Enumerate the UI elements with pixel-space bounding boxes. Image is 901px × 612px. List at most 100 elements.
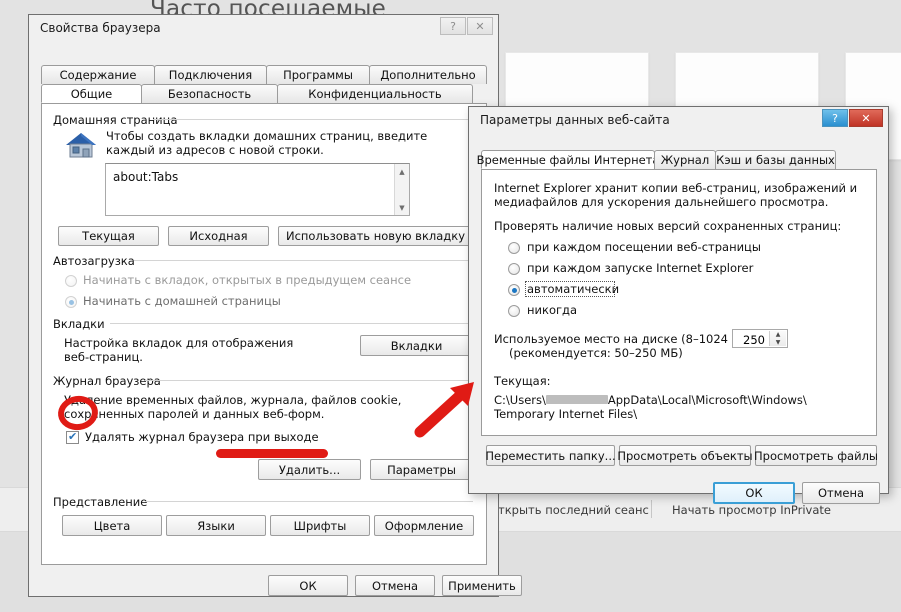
background-link-inprivate[interactable]: Начать просмотр InPrivate	[672, 503, 831, 517]
colors-button[interactable]: Цвета	[62, 515, 162, 536]
disk-space-stepper[interactable]: 250 ▲ ▼	[732, 329, 788, 348]
current-folder-path-line2: Temporary Internet Files\	[494, 407, 638, 421]
stepper-up-icon[interactable]: ▲	[770, 331, 786, 339]
group-rule	[110, 323, 473, 324]
btn-label: Просмотреть файлы	[754, 448, 879, 463]
btn-label: Шрифты	[293, 518, 347, 533]
tab-general[interactable]: Общие	[41, 84, 142, 103]
disk-space-value: 250	[743, 333, 765, 347]
view-objects-button[interactable]: Просмотреть объекты	[617, 445, 753, 466]
home-page-newtab-button[interactable]: Использовать новую вкладку	[278, 226, 473, 246]
radio-never[interactable]	[508, 305, 520, 317]
btn-label: Текущая	[82, 229, 135, 243]
btn-label: Переместить папку...	[485, 448, 616, 463]
tab-caches-and-databases[interactable]: Кэш и базы данных	[715, 150, 836, 169]
cancel-button[interactable]: Отмена	[355, 575, 435, 596]
btn-label: Использовать новую вкладку	[285, 229, 465, 243]
background-link-reopen-session[interactable]: открыть последний сеанс	[491, 503, 649, 517]
annotation-underline	[216, 449, 328, 458]
internet-options-dialog[interactable]: Свойства браузера ? ✕ Содержание Подключ…	[28, 14, 522, 597]
radio-automatic[interactable]	[508, 284, 520, 296]
history-settings-button[interactable]: Параметры	[370, 459, 473, 480]
view-files-button[interactable]: Просмотреть файлы	[754, 445, 879, 466]
radio-every-visit-label: при каждом посещении веб-страницы	[527, 240, 761, 254]
btn-label: Вкладки	[390, 338, 443, 353]
tab-panel-temporary-files: Internet Explorer хранит копии веб-стран…	[481, 169, 877, 436]
dialog-body: Временные файлы Интернета Журнал Кэш и б…	[468, 136, 889, 504]
btn-label: Просмотреть объекты	[617, 448, 753, 463]
tab-programs[interactable]: Программы	[266, 65, 370, 84]
close-icon[interactable]: ✕	[467, 17, 493, 35]
tab-history[interactable]: Журнал	[654, 150, 716, 169]
radio-start-with-tabs[interactable]	[65, 275, 77, 287]
radio-never-label: никогда	[527, 303, 578, 317]
apply-button[interactable]: Применить	[442, 575, 522, 596]
tab-security[interactable]: Безопасность	[141, 84, 278, 103]
redacted-username	[545, 395, 608, 404]
history-description-line1: Удаление временных файлов, журнала, файл…	[64, 393, 402, 407]
group-label-appearance: Представление	[53, 495, 153, 509]
titlebar[interactable]: Параметры данных веб-сайта ? ✕	[468, 106, 889, 136]
ok-button[interactable]: ОК	[713, 482, 795, 504]
window-buttons[interactable]: ? ✕	[821, 109, 883, 127]
group-label-tabs: Вкладки	[53, 317, 110, 331]
website-data-settings-dialog[interactable]: Параметры данных веб-сайта ? ✕ Временные…	[468, 106, 889, 504]
scroll-up-icon[interactable]: ▲	[395, 164, 409, 179]
tabstrip[interactable]: Временные файлы Интернета Журнал Кэш и б…	[477, 150, 836, 169]
tabstrip-row-1[interactable]: Содержание Подключения Программы Дополни…	[41, 65, 487, 84]
radio-start-with-home[interactable]	[65, 296, 77, 308]
btn-label: Применить	[448, 578, 516, 593]
btn-label: Оформление	[384, 518, 464, 533]
home-icon	[66, 133, 96, 158]
group-label-autostart: Автозагрузка	[53, 254, 140, 268]
delete-button[interactable]: Удалить...	[258, 459, 361, 480]
group-label-home-page: Домашняя страница	[53, 113, 183, 127]
radio-start-with-tabs-label: Начинать с вкладок, открытых в предыдуще…	[83, 273, 412, 287]
accessibility-button[interactable]: Оформление	[374, 515, 474, 536]
help-icon[interactable]: ?	[822, 109, 848, 127]
checkbox-delete-history-on-exit-label: Удалять журнал браузера при выходе	[85, 430, 319, 444]
scroll-down-icon[interactable]: ▼	[395, 200, 409, 215]
window-buttons[interactable]: ? ✕	[439, 17, 493, 35]
home-page-input[interactable]: about:Tabs ▲ ▼	[105, 163, 410, 216]
disk-space-label-line1: Используемое место на диске (8–1024 МБ)	[494, 332, 754, 346]
path-suffix: AppData\Local\Microsoft\Windows\	[607, 393, 807, 407]
description-line2: медиафайлов для ускорения дальнейшего пр…	[494, 195, 829, 209]
dialog-title: Свойства браузера	[40, 21, 161, 35]
dialog-body: Содержание Подключения Программы Дополни…	[28, 44, 522, 597]
radio-automatic-label: автоматически	[527, 282, 620, 296]
checkbox-delete-history-on-exit[interactable]	[66, 430, 79, 444]
cancel-button[interactable]: Отмена	[802, 482, 880, 504]
tabs-settings-button[interactable]: Вкладки	[360, 335, 473, 356]
tab-privacy[interactable]: Конфиденциальность	[277, 84, 473, 103]
stepper-arrows[interactable]: ▲ ▼	[769, 331, 786, 346]
btn-label: Цвета	[93, 518, 131, 533]
ok-button[interactable]: ОК	[268, 575, 348, 596]
home-page-default-button[interactable]: Исходная	[168, 226, 269, 246]
tab-connections[interactable]: Подключения	[154, 65, 267, 84]
help-icon[interactable]: ?	[440, 17, 466, 35]
btn-label: Параметры	[387, 462, 456, 477]
tab-temporary-internet-files[interactable]: Временные файлы Интернета	[477, 150, 659, 169]
titlebar[interactable]: Свойства браузера ? ✕	[28, 14, 499, 44]
move-folder-button[interactable]: Переместить папку...	[485, 445, 616, 466]
fonts-button[interactable]: Шрифты	[270, 515, 370, 536]
history-description-line2: сохраненных паролей и данных веб-форм.	[64, 407, 325, 421]
btn-label: Удалить...	[278, 462, 341, 477]
description-line1: Internet Explorer хранит копии веб-стран…	[494, 181, 858, 195]
tab-content[interactable]: Содержание	[41, 65, 155, 84]
btn-label: Языки	[197, 518, 235, 533]
radio-start-with-home-label: Начинать с домашней страницы	[83, 294, 281, 308]
languages-button[interactable]: Языки	[166, 515, 266, 536]
stepper-down-icon[interactable]: ▼	[770, 339, 786, 347]
home-page-scrollbar[interactable]: ▲ ▼	[394, 164, 409, 215]
radio-every-visit[interactable]	[508, 242, 520, 254]
current-folder-path-line1: C:\Users\ AppData\Local\Microsoft\Windows…	[494, 393, 807, 408]
tabstrip-row-2[interactable]: Общие Безопасность Конфиденциальность	[41, 84, 473, 103]
close-icon[interactable]: ✕	[849, 109, 883, 127]
radio-every-start[interactable]	[508, 263, 520, 275]
radio-every-start-label: при каждом запуске Internet Explorer	[527, 261, 754, 275]
home-page-current-button[interactable]: Текущая	[58, 226, 159, 246]
btn-label: ОК	[745, 486, 763, 500]
tab-advanced[interactable]: Дополнительно	[369, 65, 487, 84]
